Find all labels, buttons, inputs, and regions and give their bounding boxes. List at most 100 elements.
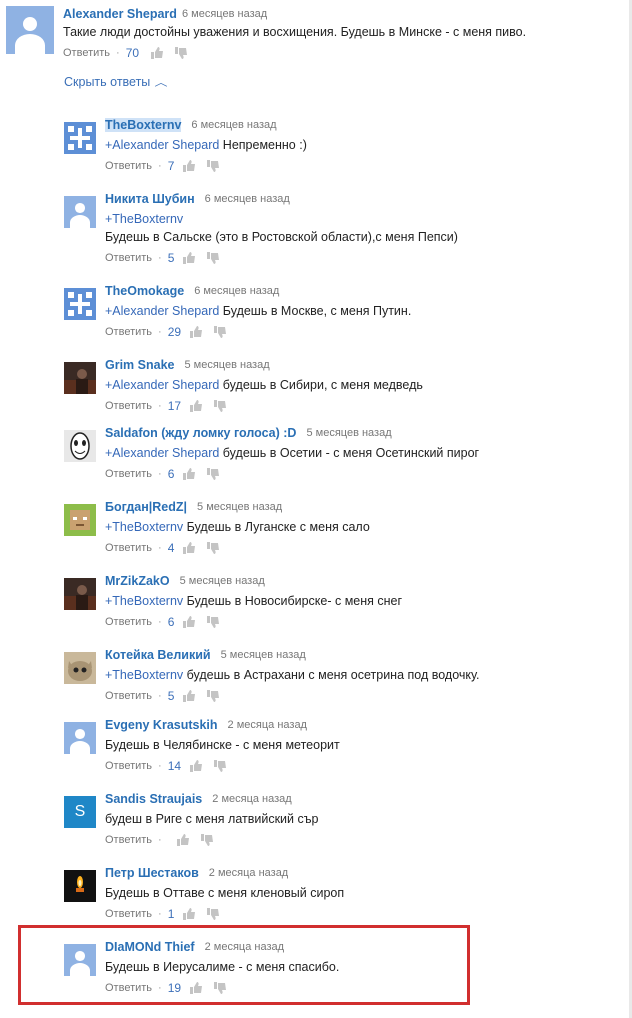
thumbs-up-icon[interactable] — [182, 159, 196, 173]
mention-link[interactable]: +TheBoxternv — [105, 594, 183, 608]
reply-button[interactable]: Ответить — [63, 47, 110, 59]
comment-time[interactable]: 2 месяца назад — [228, 719, 307, 731]
default-user-icon[interactable] — [64, 196, 96, 228]
user-avatar[interactable] — [6, 6, 54, 54]
thumbs-down-icon[interactable] — [206, 541, 220, 555]
pattern-icon[interactable] — [64, 288, 96, 320]
reply-button[interactable]: Ответить — [105, 468, 152, 480]
comment-time[interactable]: 5 месяцев назад — [221, 649, 306, 661]
reply-button[interactable]: Ответить — [105, 834, 152, 846]
thumbs-up-icon[interactable] — [182, 541, 196, 555]
comment-actions: Ответить · — [105, 833, 224, 847]
like-count: 29 — [167, 325, 182, 339]
thumbs-down-icon[interactable] — [206, 467, 220, 481]
thumbs-down-icon[interactable] — [206, 251, 220, 265]
comment-text-body: Будешь в Москве, с меня Путин. — [219, 304, 412, 318]
mention-link[interactable]: +Alexander Shepard — [105, 138, 219, 152]
photo-avatar[interactable] — [64, 578, 96, 610]
comment-author[interactable]: Saldafon (жду ломку голоса) :D — [105, 426, 296, 440]
comment-time[interactable]: 2 месяца назад — [209, 867, 288, 879]
comment-time[interactable]: 5 месяцев назад — [180, 575, 265, 587]
comment-time[interactable]: 5 месяцев назад — [184, 359, 269, 371]
mention-link[interactable]: +TheBoxternv — [105, 668, 183, 682]
comment-time[interactable]: 2 месяца назад — [212, 793, 291, 805]
comment-time[interactable]: 6 месяцев назад — [191, 119, 276, 131]
comment-actions: Ответить · 6 — [105, 467, 230, 481]
default-user-icon[interactable] — [64, 722, 96, 754]
comment-actions: Ответить · 5 — [105, 251, 230, 265]
thumbs-down-icon[interactable] — [206, 689, 220, 703]
thumbs-up-icon[interactable] — [182, 251, 196, 265]
comment-text: Такие люди достойны уважения и восхищени… — [63, 25, 527, 39]
comment-author[interactable]: Evgeny Krasutskih — [105, 718, 218, 732]
thumbs-up-icon[interactable] — [150, 46, 164, 60]
like-count: 7 — [167, 159, 175, 173]
comment-text: +Alexander Shepard Непременно :) — [105, 136, 307, 154]
thumbs-down-icon[interactable] — [206, 907, 220, 921]
mention-link[interactable]: +Alexander Shepard — [105, 446, 219, 460]
comment-text-body: Будешь в Оттаве с меня кленовый сироп — [105, 886, 345, 900]
reply-button[interactable]: Ответить — [105, 690, 152, 702]
mask-avatar[interactable] — [64, 430, 96, 462]
avatar-letter: S — [74, 803, 86, 820]
thumbs-up-icon[interactable] — [176, 833, 190, 847]
thumbs-down-icon[interactable] — [174, 46, 188, 60]
comment-author[interactable]: Никита Шубин — [105, 192, 195, 206]
comment-author[interactable]: Котейка Великий — [105, 648, 211, 662]
candle-avatar[interactable] — [64, 870, 96, 902]
thumbs-up-icon[interactable] — [182, 907, 196, 921]
comment-text: +TheBoxternv будешь в Астрахани с меня о… — [105, 666, 479, 684]
comment-time[interactable]: 5 месяцев назад — [197, 501, 282, 513]
blocky-avatar[interactable] — [64, 504, 96, 536]
thumbs-up-icon[interactable] — [182, 689, 196, 703]
cat-avatar[interactable] — [64, 652, 96, 684]
reply-button[interactable]: Ответить — [105, 252, 152, 264]
mention-link[interactable]: +TheBoxternv — [105, 520, 183, 534]
hide-replies-label: Скрыть ответы — [64, 75, 151, 89]
comment-author[interactable]: Grim Snake — [105, 358, 174, 372]
thumbs-down-icon[interactable] — [213, 399, 227, 413]
thumbs-down-icon[interactable] — [200, 833, 214, 847]
thumbs-down-icon[interactable] — [206, 159, 220, 173]
comment-author[interactable]: TheOmokage — [105, 284, 184, 298]
reply-button[interactable]: Ответить — [105, 160, 152, 172]
highlight-box — [18, 925, 470, 1005]
comment-actions: Ответить · 5 — [105, 689, 230, 703]
thumbs-down-icon[interactable] — [213, 325, 227, 339]
comment-text: будеш в Риге с меня латвийский сър — [105, 810, 319, 828]
comment-author[interactable]: Alexander Shepard — [63, 7, 177, 21]
mention-link[interactable]: +Alexander Shepard — [105, 378, 219, 392]
pattern-icon[interactable] — [64, 122, 96, 154]
comment-time[interactable]: 5 месяцев назад — [306, 427, 391, 439]
comment-author[interactable]: MrZikZakO — [105, 574, 170, 588]
mention-link[interactable]: +Alexander Shepard — [105, 304, 219, 318]
thumbs-up-icon[interactable] — [182, 467, 196, 481]
comment-actions: Ответить · 29 — [105, 325, 237, 339]
comment-actions: Ответить · 70 — [63, 46, 198, 60]
mention-link[interactable]: +TheBoxternv — [105, 212, 183, 226]
comment-text: +TheBoxternv — [105, 210, 183, 228]
reply-button[interactable]: Ответить — [105, 542, 152, 554]
comment-time[interactable]: 6 месяцев назад — [205, 193, 290, 205]
comment-author[interactable]: TheBoxternv — [105, 118, 182, 132]
reply-button[interactable]: Ответить — [105, 616, 152, 628]
thumbs-down-icon[interactable] — [206, 615, 220, 629]
thumbs-down-icon[interactable] — [213, 759, 227, 773]
reply-button[interactable]: Ответить — [105, 908, 152, 920]
comment-time[interactable]: 6 месяцев назад — [182, 8, 267, 20]
thumbs-up-icon[interactable] — [182, 615, 196, 629]
comment-text: +Alexander Shepard Будешь в Москве, с ме… — [105, 302, 411, 320]
reply-button[interactable]: Ответить — [105, 326, 152, 338]
comment-author[interactable]: Богдан|RedZ| — [105, 500, 187, 514]
hide-replies-button[interactable]: Скрыть ответы ︿ — [64, 74, 168, 89]
letter-s-avatar[interactable]: S — [64, 796, 96, 828]
thumbs-up-icon[interactable] — [189, 399, 203, 413]
comment-author[interactable]: Петр Шестаков — [105, 866, 199, 880]
comment-author[interactable]: Sandis Straujais — [105, 792, 202, 806]
reply-button[interactable]: Ответить — [105, 760, 152, 772]
thumbs-up-icon[interactable] — [189, 759, 203, 773]
photo-avatar[interactable] — [64, 362, 96, 394]
comment-time[interactable]: 6 месяцев назад — [194, 285, 279, 297]
thumbs-up-icon[interactable] — [189, 325, 203, 339]
reply-button[interactable]: Ответить — [105, 400, 152, 412]
